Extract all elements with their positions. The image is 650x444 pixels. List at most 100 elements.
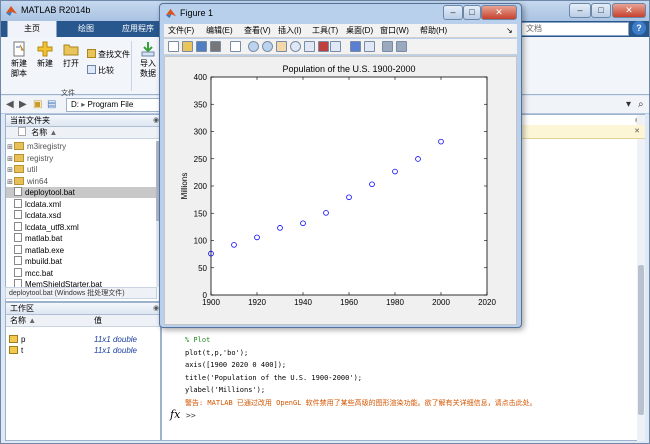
folder-item[interactable]: ⊞ win64 bbox=[6, 176, 156, 187]
legend-icon[interactable] bbox=[364, 41, 375, 52]
up-folder-icon[interactable]: ▣ bbox=[33, 99, 42, 111]
file-item[interactable]: mcc.bat bbox=[6, 267, 156, 279]
expand-icon[interactable]: ⊞ bbox=[6, 165, 14, 175]
workspace-col-name[interactable]: 名称 bbox=[6, 316, 26, 325]
x-tick-label: 1920 bbox=[248, 298, 266, 307]
maximize-button[interactable]: □ bbox=[463, 5, 481, 20]
expand-icon[interactable]: ⊞ bbox=[6, 142, 14, 152]
expand-icon[interactable]: ⊞ bbox=[6, 177, 14, 187]
help-icon[interactable]: ? bbox=[632, 21, 646, 35]
new-figure-icon[interactable] bbox=[168, 41, 179, 52]
command-line: ylabel('Millions'); bbox=[185, 386, 266, 394]
back-arrow-icon[interactable]: ◀ bbox=[6, 99, 14, 111]
maximize-button[interactable]: □ bbox=[591, 3, 611, 18]
close-icon[interactable]: ✕ bbox=[633, 128, 641, 136]
brush-icon[interactable] bbox=[318, 41, 329, 52]
data-cursor-icon[interactable] bbox=[304, 41, 315, 52]
variable-icon bbox=[9, 335, 18, 343]
folder-icon bbox=[14, 153, 24, 162]
workspace-col-value[interactable]: 值 bbox=[94, 315, 102, 327]
dock-arrow-icon[interactable]: ↘ bbox=[506, 24, 513, 38]
close-button[interactable]: ✕ bbox=[612, 3, 646, 18]
y-tick-label: 300 bbox=[194, 128, 208, 137]
current-folder-panel: 当前文件夹 ◉ 名称 ▲ ⊞ m3iregistry ⊞ registry ⊞ util ⊞… bbox=[5, 114, 161, 302]
scrollbar-thumb[interactable] bbox=[638, 265, 644, 415]
item-label: mbuild.bat bbox=[25, 257, 62, 266]
tab-home[interactable]: 主页 bbox=[7, 21, 57, 37]
minimize-button[interactable]: – bbox=[569, 3, 591, 18]
column-header-name[interactable]: 名称 ▲ bbox=[6, 127, 160, 139]
tab-plots[interactable]: 绘图 bbox=[61, 21, 111, 37]
figure-menu-item[interactable]: 查看(V) bbox=[244, 24, 271, 38]
variable-icon bbox=[9, 346, 18, 354]
open-button[interactable]: 打开 bbox=[61, 41, 81, 69]
file-item[interactable]: mbuild.bat bbox=[6, 256, 156, 267]
colorbar-icon[interactable] bbox=[350, 41, 361, 52]
command-line: plot(t,p,'bo'); bbox=[185, 348, 249, 357]
workspace-variable-row[interactable]: p 11x1 double bbox=[6, 335, 156, 345]
plot-area[interactable]: 1900 1920 1940 1960 1980 2000 2020050100150200… bbox=[165, 57, 518, 326]
browse-folder-icon[interactable]: ▤ bbox=[47, 99, 56, 111]
zoom-in-icon[interactable] bbox=[248, 41, 259, 52]
open-icon[interactable] bbox=[182, 41, 193, 52]
variable-value: 11x1 double bbox=[94, 346, 137, 355]
folder-item[interactable]: ⊞ m3iregistry bbox=[6, 141, 156, 152]
hide-plot-tools-icon[interactable] bbox=[382, 41, 393, 52]
new-button[interactable]: 新建 bbox=[35, 41, 55, 69]
file-item[interactable]: matlab.bat bbox=[6, 233, 156, 244]
new-script-button[interactable]: 新建 脚本 bbox=[7, 41, 31, 79]
search-icon[interactable]: ⌕ bbox=[638, 99, 644, 111]
figure-menu-item[interactable]: 文件(F) bbox=[168, 24, 194, 38]
file-item[interactable]: lcdata.xsd bbox=[6, 210, 156, 221]
show-plot-tools-icon[interactable] bbox=[396, 41, 407, 52]
y-tick-label: 100 bbox=[194, 237, 208, 246]
file-icon bbox=[14, 267, 22, 277]
figure-menu-item[interactable]: 插入(I) bbox=[278, 24, 302, 38]
zoom-out-icon[interactable] bbox=[262, 41, 273, 52]
y-tick-label: 200 bbox=[194, 182, 208, 191]
figure-menu-item[interactable]: 帮助(H) bbox=[420, 24, 447, 38]
find-files-button[interactable]: 查找文件 bbox=[87, 49, 130, 60]
item-label: util bbox=[27, 165, 38, 174]
file-icon bbox=[14, 256, 22, 265]
rotate-icon[interactable] bbox=[290, 41, 301, 52]
expand-icon[interactable]: ⊞ bbox=[6, 154, 14, 164]
scrollbar[interactable] bbox=[637, 115, 645, 441]
forward-arrow-icon[interactable]: ▶ bbox=[19, 99, 27, 111]
x-tick-label: 2020 bbox=[478, 298, 496, 307]
file-icon bbox=[14, 221, 22, 231]
workspace-variable-row[interactable]: t 11x1 double bbox=[6, 346, 156, 356]
figure-menu-item[interactable]: 桌面(D) bbox=[346, 24, 373, 38]
item-label: lcdata.xml bbox=[25, 199, 62, 209]
save-icon[interactable] bbox=[196, 41, 207, 52]
import-data-button[interactable]: 导入 数据 bbox=[137, 41, 159, 79]
arrow-icon[interactable] bbox=[230, 41, 241, 52]
file-icon bbox=[14, 210, 22, 219]
import-data-icon bbox=[141, 42, 155, 57]
workspace-header: 工作区 bbox=[6, 303, 160, 315]
dropdown-arrow-icon[interactable]: ▾ bbox=[626, 99, 631, 111]
file-item[interactable]: lcdata.xml bbox=[6, 198, 156, 210]
compare-button[interactable]: 比较 bbox=[87, 65, 114, 76]
figure-menu-item[interactable]: 窗口(W) bbox=[380, 24, 409, 38]
file-item[interactable]: deploytool.bat bbox=[6, 187, 156, 198]
search-documentation-input[interactable]: 文档 bbox=[509, 22, 629, 36]
figure-menu-item[interactable]: 工具(T) bbox=[312, 24, 338, 38]
file-icon bbox=[14, 198, 22, 208]
tab-apps[interactable]: 应用程序 bbox=[115, 21, 161, 37]
print-icon[interactable] bbox=[210, 41, 221, 52]
function-browser-icon[interactable]: fx bbox=[170, 408, 180, 421]
minimize-button[interactable]: – bbox=[443, 5, 463, 20]
folder-item[interactable]: ⊞ util bbox=[6, 164, 156, 175]
item-label: lcdata_utf8.xml bbox=[25, 222, 79, 232]
link-icon[interactable] bbox=[330, 41, 341, 52]
command-prompt[interactable]: >> bbox=[186, 411, 196, 420]
path-crumb[interactable]: Program File bbox=[87, 100, 133, 109]
file-item[interactable]: matlab.exe bbox=[6, 244, 156, 256]
close-button[interactable]: ✕ bbox=[481, 5, 517, 20]
file-item[interactable]: lcdata_utf8.xml bbox=[6, 221, 156, 233]
current-path-input[interactable]: D: ▸ Program File bbox=[66, 98, 161, 112]
pan-icon[interactable] bbox=[276, 41, 287, 52]
figure-menu-item[interactable]: 编辑(E) bbox=[206, 24, 233, 38]
folder-item[interactable]: ⊞ registry bbox=[6, 153, 156, 164]
